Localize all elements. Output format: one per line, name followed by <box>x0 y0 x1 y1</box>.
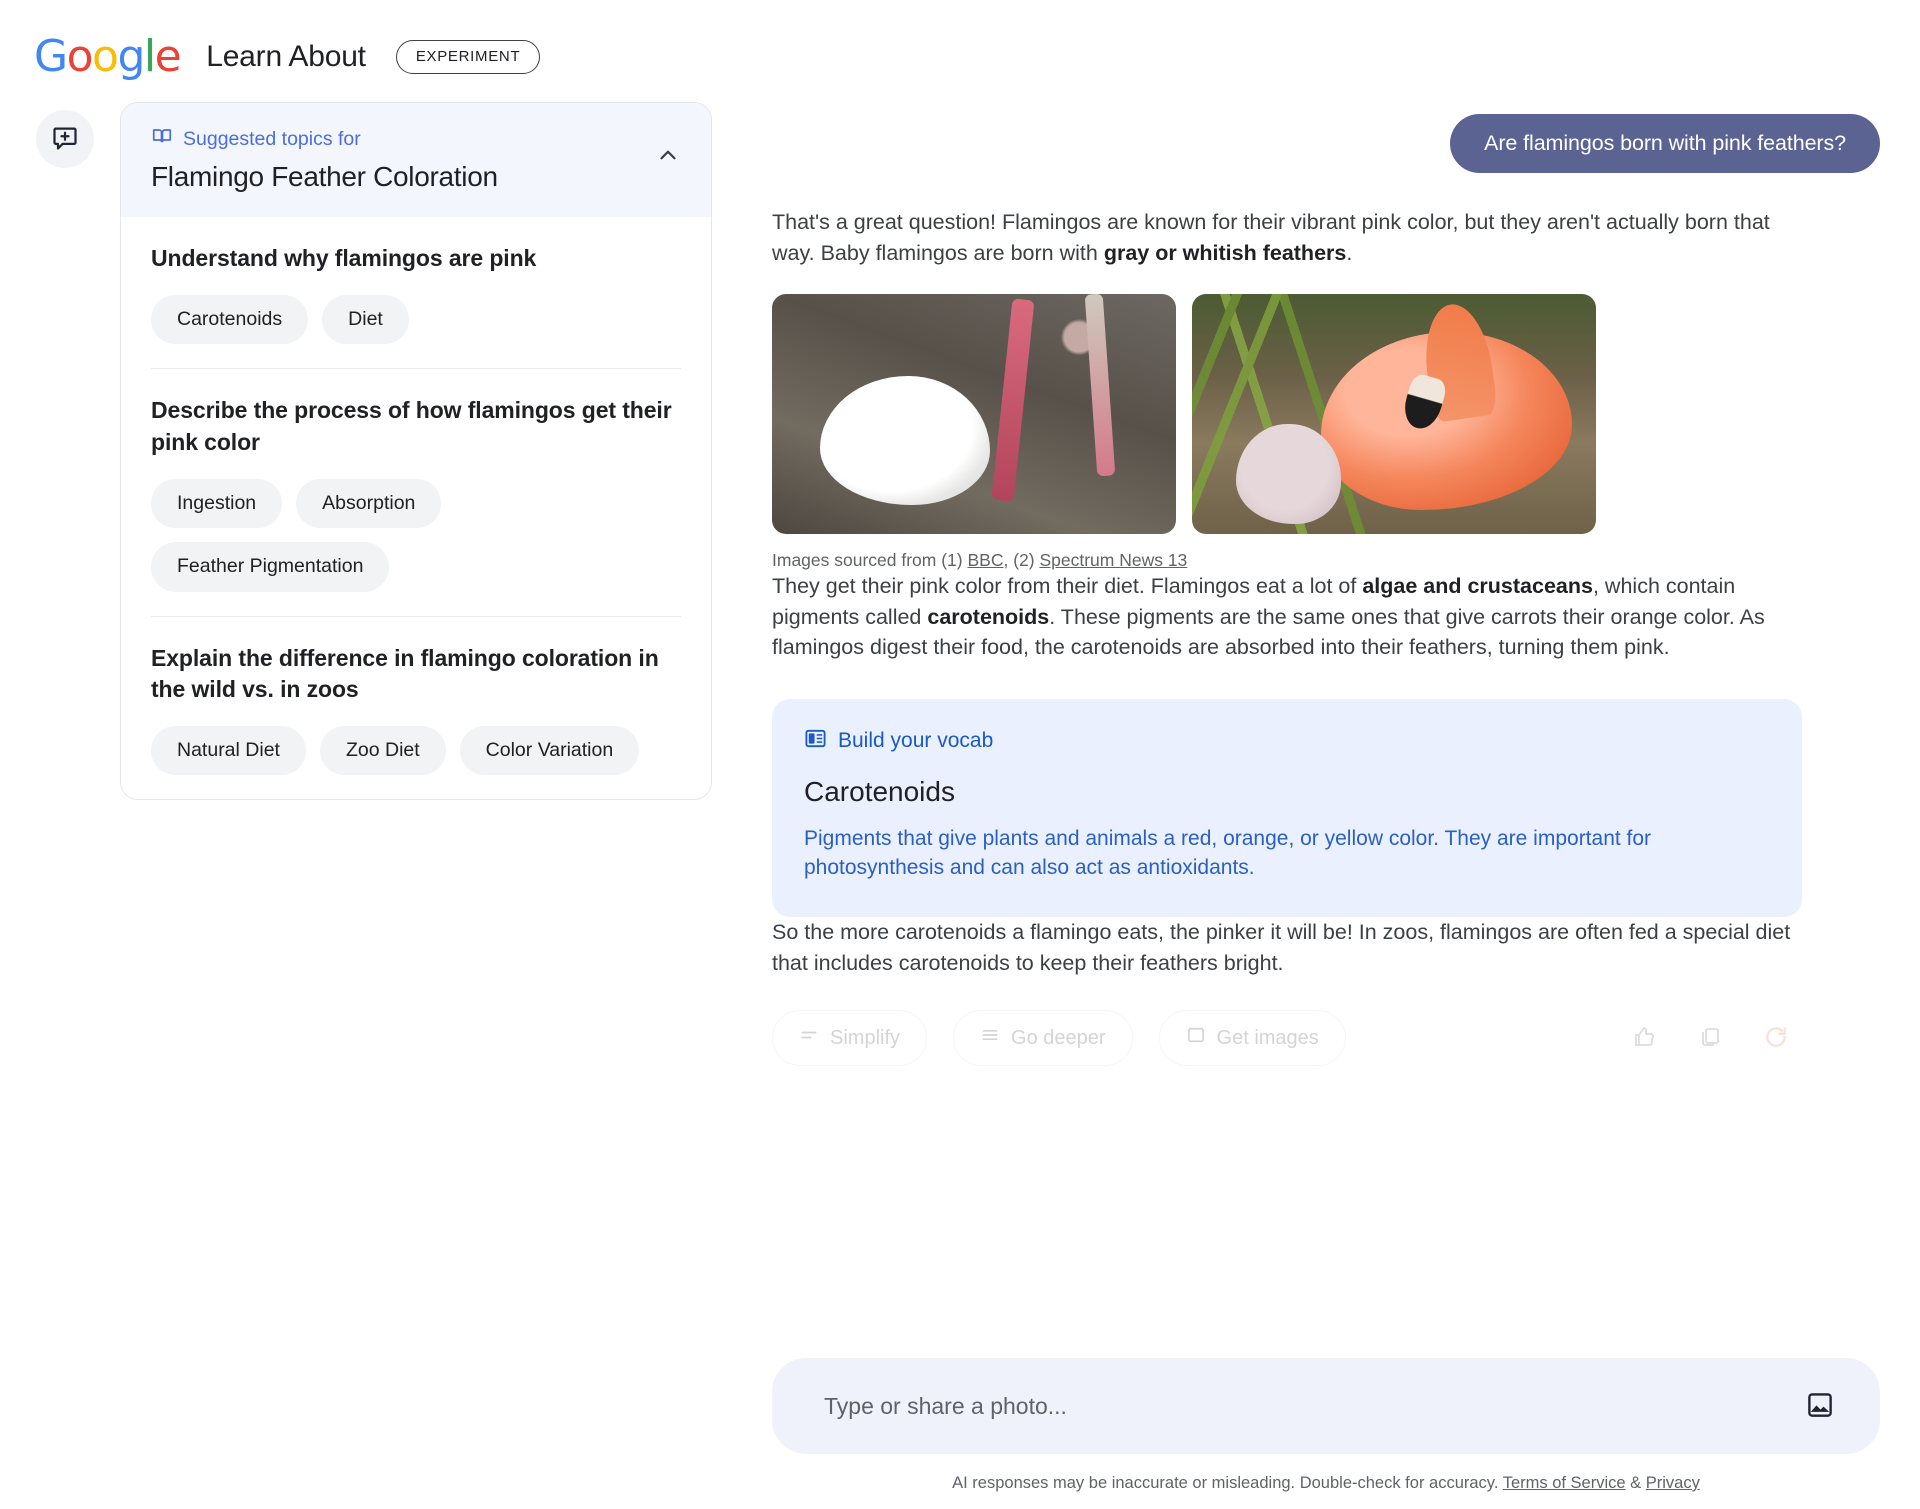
answer-image-chick[interactable] <box>772 294 1176 535</box>
vocab-card-eyebrow-text: Build your vocab <box>838 729 994 753</box>
topic-chip-list: Carotenoids Diet <box>151 294 681 345</box>
new-chat-bubble-icon <box>51 124 79 155</box>
refresh-icon <box>1763 1024 1789 1053</box>
vocab-book-icon <box>804 727 827 756</box>
answer-actions-row: Simplify Go deeper Get images <box>772 1010 1802 1067</box>
image-upload-icon <box>1805 1390 1835 1423</box>
go-deeper-icon <box>980 1025 1000 1051</box>
logo-letter-G: G <box>34 31 68 82</box>
go-deeper-button[interactable]: Go deeper <box>953 1010 1133 1067</box>
answer-paragraph-3: So the more carotenoids a flamingo eats,… <box>772 920 1791 975</box>
answer-p1-bold: gray or whitish feathers <box>1103 240 1347 265</box>
suggested-topics-header: Suggested topics for Flamingo Feather Co… <box>121 103 711 217</box>
go-deeper-label: Go deeper <box>1011 1026 1106 1049</box>
chevron-up-icon <box>655 142 681 171</box>
topic-question: Understand why flamingos are pink <box>151 245 537 271</box>
topic-question: Describe the process of how flamingos ge… <box>151 397 672 455</box>
disclaimer-amp: & <box>1625 1474 1646 1492</box>
logo-letter-e: e <box>154 31 182 82</box>
answer-p2-bold-1: algae and crustaceans <box>1362 574 1593 599</box>
user-message-bubble: Are flamingos born with pink feathers? <box>1450 114 1880 173</box>
ai-disclaimer: AI responses may be inaccurate or mislea… <box>772 1454 1880 1509</box>
photo-detail <box>991 298 1035 502</box>
privacy-link[interactable]: Privacy <box>1646 1474 1700 1492</box>
answer-action-buttons: Simplify Go deeper Get images <box>772 1010 1346 1067</box>
photo-detail <box>1084 294 1116 477</box>
get-images-button[interactable]: Get images <box>1158 1010 1346 1067</box>
topic-question: Explain the difference in flamingo color… <box>151 644 659 703</box>
message-input[interactable] <box>824 1392 1794 1420</box>
simplify-icon <box>799 1025 819 1051</box>
topic-chip[interactable]: Carotenoids <box>151 294 309 345</box>
suggested-topics-eyebrow-text: Suggested topics for <box>183 127 361 150</box>
answer-image-row <box>772 294 1880 535</box>
get-images-icon <box>1186 1025 1206 1051</box>
thumb-up-icon <box>1632 1025 1656 1052</box>
logo-letter-o2: o <box>92 31 119 82</box>
caption-middle: , (2) <box>1003 550 1040 571</box>
topic-group-3: Explain the difference in flamingo color… <box>151 615 681 800</box>
suggested-topics-title: Flamingo Feather Coloration <box>151 161 498 192</box>
simplify-label: Simplify <box>830 1026 901 1049</box>
topic-chip[interactable]: Natural Diet <box>151 725 306 776</box>
logo-letter-o1: o <box>66 31 94 82</box>
topic-chip[interactable]: Feather Pigmentation <box>151 542 390 592</box>
build-your-vocab-card: Build your vocab Carotenoids Pigments th… <box>772 698 1802 918</box>
terms-of-service-link[interactable]: Terms of Service <box>1503 1474 1626 1492</box>
caption-link-spectrum-news[interactable]: Spectrum News 13 <box>1039 550 1187 570</box>
topic-chip[interactable]: Diet <box>322 294 409 345</box>
answer-p1-text-b: . <box>1346 240 1353 265</box>
vocab-card-eyebrow: Build your vocab <box>804 727 1770 756</box>
refresh-button[interactable] <box>1750 1012 1802 1064</box>
new-chat-button[interactable] <box>36 110 94 168</box>
copy-icon <box>1698 1025 1722 1052</box>
simplify-button[interactable]: Simplify <box>772 1010 928 1067</box>
composer[interactable] <box>772 1358 1880 1454</box>
conversation: Are flamingos born with pink feathers? T… <box>760 88 1880 1067</box>
get-images-label: Get images <box>1216 1026 1319 1049</box>
user-message-row: Are flamingos born with pink feathers? <box>772 88 1880 173</box>
answer-image-adult-flamingo[interactable] <box>1192 294 1596 535</box>
image-source-caption: Images sourced from (1) BBC, (2) Spectru… <box>772 550 1880 571</box>
copy-button[interactable] <box>1684 1012 1736 1064</box>
topic-group-2: Describe the process of how flamingos ge… <box>151 368 681 615</box>
photo-detail <box>1236 423 1342 525</box>
caption-link-bbc[interactable]: BBC <box>967 550 1003 570</box>
collapse-panel-button[interactable] <box>651 139 685 173</box>
topic-chip-list: Ingestion Absorption Feather Pigmentatio… <box>151 478 681 592</box>
conversation-column: Are flamingos born with pink feathers? T… <box>760 88 1920 1509</box>
disclaimer-text: AI responses may be inaccurate or mislea… <box>952 1474 1503 1492</box>
answer-p2-text-a: They get their pink color from their die… <box>772 574 1363 599</box>
topic-chip[interactable]: Absorption <box>296 478 442 529</box>
image-upload-button[interactable] <box>1794 1380 1846 1432</box>
answer-paragraph-1: That's a great question! Flamingos are k… <box>772 207 1802 268</box>
thumb-up-button[interactable] <box>1618 1012 1670 1064</box>
logo-letter-g: g <box>117 31 145 82</box>
open-book-icon <box>151 125 173 153</box>
topic-group-1: Understand why flamingos are pink Carote… <box>151 217 681 368</box>
assistant-answer: That's a great question! Flamingos are k… <box>772 173 1880 1067</box>
answer-p2-bold-2: carotenoids <box>927 604 1050 629</box>
answer-feedback-icons <box>1618 1012 1802 1064</box>
topic-chip[interactable]: Color Variation <box>459 725 640 776</box>
topic-chip[interactable]: Zoo Diet <box>319 725 446 776</box>
suggested-topics-panel: Suggested topics for Flamingo Feather Co… <box>120 102 712 801</box>
composer-area: AI responses may be inaccurate or mislea… <box>772 1340 1880 1509</box>
main-layout: Suggested topics for Flamingo Feather Co… <box>0 88 1920 1509</box>
caption-prefix: Images sourced from (1) <box>772 550 968 571</box>
answer-paragraph-2: They get their pink color from their die… <box>772 571 1802 663</box>
left-column: Suggested topics for Flamingo Feather Co… <box>0 88 760 1509</box>
topic-chip-list: Natural Diet Zoo Diet Color Variation <box>151 725 681 776</box>
suggested-topics-eyebrow: Suggested topics for <box>151 125 681 153</box>
logo-letter-l: l <box>143 31 156 82</box>
suggested-topics-body: Understand why flamingos are pink Carote… <box>121 217 711 799</box>
google-logo: Google <box>34 35 182 79</box>
topic-chip[interactable]: Ingestion <box>151 478 283 529</box>
vocab-definition: Pigments that give plants and animals a … <box>804 826 1652 880</box>
app-header: Google Learn About EXPERIMENT <box>0 0 1920 88</box>
vocab-term: Carotenoids <box>804 775 955 807</box>
experiment-badge: EXPERIMENT <box>395 40 541 74</box>
app-title: Learn About <box>206 40 366 73</box>
